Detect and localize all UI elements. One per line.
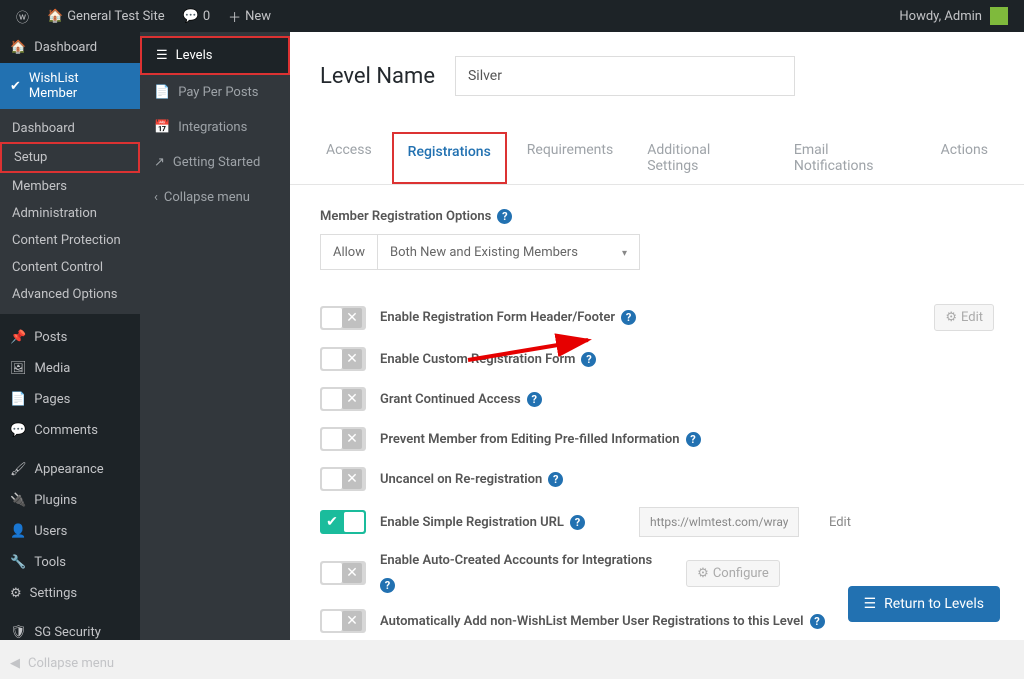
submenu-setup[interactable]: Setup bbox=[0, 142, 140, 173]
help-icon[interactable]: ? bbox=[810, 614, 825, 629]
sidebar-posts[interactable]: 📌 Posts bbox=[0, 322, 140, 353]
submenu-administration[interactable]: Administration bbox=[0, 200, 140, 227]
toggle-custom-form[interactable]: ✕ bbox=[320, 347, 366, 371]
tab-registrations[interactable]: Registrations bbox=[392, 132, 507, 184]
submenu-dashboard[interactable]: Dashboard bbox=[0, 115, 140, 142]
submenu2-integrations[interactable]: 📅 Integrations bbox=[140, 110, 290, 145]
sidebar-pages[interactable]: 📄 Pages bbox=[0, 384, 140, 415]
tab-additional-settings[interactable]: Additional Settings bbox=[633, 132, 774, 184]
admin-sidebar: 🏠 Dashboard ✔ WishList Member Dashboard … bbox=[0, 32, 140, 640]
return-to-levels-button[interactable]: ☰ Return to Levels bbox=[848, 586, 1000, 622]
list-icon: ☰ bbox=[864, 596, 877, 612]
comments-link[interactable]: 💬 0 bbox=[175, 0, 219, 32]
howdy-text[interactable]: Howdy, Admin bbox=[899, 9, 982, 24]
sidebar-settings[interactable]: ⚙ Settings bbox=[0, 578, 140, 609]
tab-access[interactable]: Access bbox=[312, 132, 386, 184]
submenu2-levels[interactable]: ☰ Levels bbox=[140, 36, 290, 75]
sidebar-tools[interactable]: 🔧 Tools bbox=[0, 547, 140, 578]
sidebar-plugins[interactable]: 🔌 Plugins bbox=[0, 485, 140, 516]
toggle-simple-url[interactable]: ✔ bbox=[320, 510, 366, 534]
sidebar-media[interactable]: 🖼 Media bbox=[0, 353, 140, 384]
help-icon[interactable]: ? bbox=[570, 515, 585, 530]
page-title: Level Name bbox=[320, 64, 435, 89]
help-icon[interactable]: ? bbox=[621, 310, 636, 325]
help-icon[interactable]: ? bbox=[548, 472, 563, 487]
sidebar-sg-security[interactable]: 🛡 SG Security bbox=[0, 617, 140, 648]
wp-logo[interactable]: ⓦ bbox=[8, 0, 37, 32]
sidebar-wishlist[interactable]: ✔ WishList Member bbox=[0, 63, 140, 109]
main-content: Level Name Access Registrations Requirem… bbox=[290, 32, 1024, 640]
toggle-auto-add[interactable]: ✕ bbox=[320, 609, 366, 633]
section-title: Member Registration Options ? bbox=[320, 209, 994, 224]
sidebar-wishlist-submenu: Dashboard Setup Members Administration C… bbox=[0, 109, 140, 314]
tabs-row: Access Registrations Requirements Additi… bbox=[290, 132, 1024, 185]
url-edit-link[interactable]: Edit bbox=[829, 515, 851, 530]
tab-requirements[interactable]: Requirements bbox=[513, 132, 627, 184]
sidebar-users[interactable]: 👤 Users bbox=[0, 516, 140, 547]
site-link[interactable]: 🏠 General Test Site bbox=[39, 0, 173, 32]
tab-email-notifications[interactable]: Email Notifications bbox=[780, 132, 921, 184]
submenu2-getting-started[interactable]: ↗ Getting Started bbox=[140, 145, 290, 180]
chevron-down-icon bbox=[622, 245, 627, 260]
gear-icon bbox=[697, 566, 709, 581]
simple-url-input[interactable] bbox=[639, 507, 799, 537]
submenu2-collapse[interactable]: ‹ Collapse menu bbox=[140, 180, 290, 215]
help-icon[interactable]: ? bbox=[380, 578, 395, 593]
submenu2-payperposts[interactable]: 📄 Pay Per Posts bbox=[140, 75, 290, 110]
new-link[interactable]: ＋ New bbox=[220, 0, 279, 32]
help-icon[interactable]: ? bbox=[527, 392, 542, 407]
sidebar-comments[interactable]: 💬 Comments bbox=[0, 415, 140, 446]
site-name: General Test Site bbox=[67, 9, 164, 24]
help-icon[interactable]: ? bbox=[581, 352, 596, 367]
help-icon[interactable]: ? bbox=[497, 209, 512, 224]
allow-dropdown[interactable]: Allow Both New and Existing Members bbox=[320, 234, 640, 270]
level-name-input[interactable] bbox=[455, 56, 795, 96]
toggle-uncancel[interactable]: ✕ bbox=[320, 467, 366, 491]
sidebar-collapse[interactable]: ◀ Collapse menu bbox=[0, 648, 140, 679]
toggle-auto-accounts[interactable]: ✕ bbox=[320, 561, 366, 585]
toggle-header-footer[interactable]: ✕ bbox=[320, 306, 366, 330]
sidebar-dashboard[interactable]: 🏠 Dashboard bbox=[0, 32, 140, 63]
admin-topbar: ⓦ 🏠 General Test Site 💬 0 ＋ New Howdy, A… bbox=[0, 0, 1024, 32]
submenu-members[interactable]: Members bbox=[0, 173, 140, 200]
toggle-continued-access[interactable]: ✕ bbox=[320, 387, 366, 411]
help-icon[interactable]: ? bbox=[686, 432, 701, 447]
sidebar-appearance[interactable]: 🖌 Appearance bbox=[0, 454, 140, 485]
tab-actions[interactable]: Actions bbox=[927, 132, 1002, 184]
gear-icon bbox=[945, 310, 957, 325]
toggle-prevent-edit[interactable]: ✕ bbox=[320, 427, 366, 451]
edit-button-hf: Edit bbox=[934, 304, 994, 331]
avatar[interactable] bbox=[990, 7, 1008, 25]
submenu-advanced-options[interactable]: Advanced Options bbox=[0, 281, 140, 308]
configure-button: Configure bbox=[686, 560, 780, 587]
submenu-content-control[interactable]: Content Control bbox=[0, 254, 140, 281]
wishlist-submenu: ☰ Levels 📄 Pay Per Posts 📅 Integrations … bbox=[140, 32, 290, 640]
submenu-content-protection[interactable]: Content Protection bbox=[0, 227, 140, 254]
